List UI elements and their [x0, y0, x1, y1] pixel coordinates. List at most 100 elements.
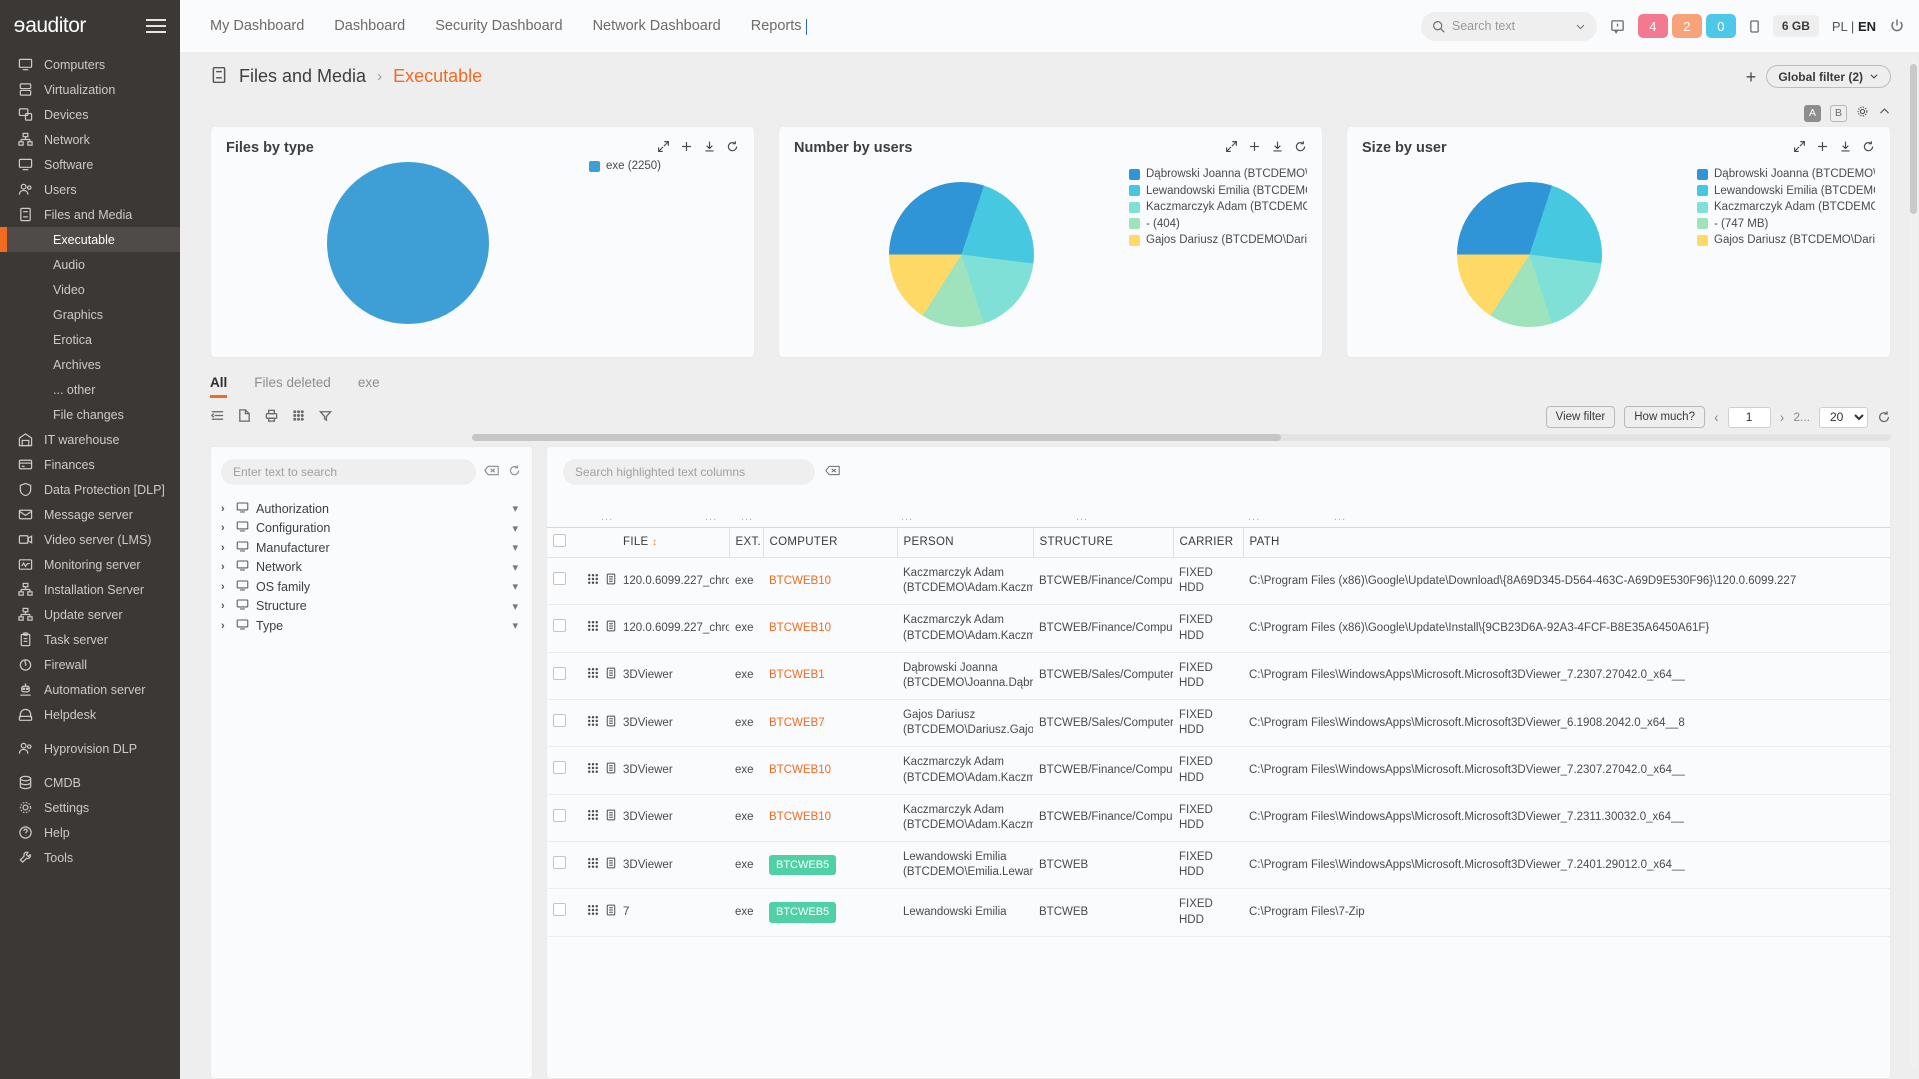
sidebar-item-help[interactable]: Help: [0, 820, 180, 845]
col-carrier[interactable]: CARRIER: [1173, 528, 1243, 558]
sidebar-item-software[interactable]: Software: [0, 152, 180, 177]
how-much-button[interactable]: How much?: [1624, 406, 1705, 428]
clear-icon[interactable]: [825, 464, 840, 480]
resize-handle[interactable]: ...: [1334, 511, 1346, 523]
refresh-icon[interactable]: [1862, 140, 1875, 156]
chevron-right-icon[interactable]: ›: [221, 542, 229, 554]
tab-all[interactable]: All: [210, 375, 227, 398]
refresh-icon[interactable]: [1294, 140, 1307, 156]
resize-handle[interactable]: ...: [601, 511, 705, 523]
columns-icon[interactable]: [210, 408, 225, 426]
cell-person[interactable]: Kaczmarczyk Adam (BTCDEMO\Adam.Kaczmarc: [897, 605, 1033, 652]
computer-badge[interactable]: BTCWEB5: [769, 902, 836, 923]
table-row[interactable]: 3DViewerexeBTCWEB10Kaczmarczyk Adam (BTC…: [547, 747, 1890, 794]
chevron-right-icon[interactable]: ›: [221, 503, 229, 515]
sidebar-subitem-audio[interactable]: Audio: [0, 252, 180, 277]
col-person[interactable]: PERSON: [897, 528, 1033, 558]
lang-pl[interactable]: PL: [1832, 19, 1847, 34]
tab-files-deleted[interactable]: Files deleted: [254, 375, 331, 398]
legend-item[interactable]: - (747 MB): [1697, 218, 1875, 230]
view-filter-button[interactable]: View filter: [1546, 406, 1616, 428]
sidebar-item-tools[interactable]: Tools: [0, 845, 180, 870]
grid-view-icon[interactable]: [587, 620, 599, 637]
prev-page-button[interactable]: ‹: [1714, 409, 1719, 425]
tree-search-input[interactable]: [221, 459, 476, 485]
row-checkbox[interactable]: [553, 714, 566, 727]
refresh-icon[interactable]: [1877, 410, 1891, 424]
resize-handle[interactable]: ...: [901, 511, 1076, 523]
sidebar-item-virtualization[interactable]: Virtualization: [0, 77, 180, 102]
tree-node-manufacturer[interactable]: ›Manufacturer▾: [221, 538, 522, 558]
details-icon[interactable]: [605, 762, 617, 779]
sidebar-item-files-and-media[interactable]: Files and Media: [0, 202, 180, 227]
col-structure[interactable]: STRUCTURE: [1033, 528, 1173, 558]
print-icon[interactable]: [264, 408, 279, 426]
add-icon[interactable]: [1816, 140, 1829, 156]
grid-view-icon[interactable]: [587, 809, 599, 826]
status-badge-0[interactable]: 4: [1638, 14, 1668, 38]
export-icon[interactable]: [237, 408, 252, 426]
computer-link[interactable]: BTCWEB1: [769, 669, 825, 681]
app-logo[interactable]: eauditor: [14, 14, 86, 38]
legend-item[interactable]: - (404): [1129, 218, 1307, 230]
cell-person[interactable]: Lewandowski Emilia: [897, 889, 1033, 936]
sidebar-subitem-erotica[interactable]: Erotica: [0, 327, 180, 352]
col-file[interactable]: FILE ↕: [617, 528, 729, 558]
download-icon[interactable]: [703, 140, 716, 156]
add-filter-button[interactable]: +: [1746, 68, 1757, 86]
details-icon[interactable]: [605, 904, 617, 921]
expand-icon[interactable]: [1793, 140, 1806, 156]
tab-exe[interactable]: exe: [358, 375, 380, 398]
computer-badge[interactable]: BTCWEB5: [769, 855, 836, 876]
table-search-input[interactable]: [563, 459, 815, 485]
resize-handle[interactable]: ...: [705, 511, 741, 523]
grid-view-icon[interactable]: [587, 904, 599, 921]
lang-en[interactable]: EN: [1858, 19, 1876, 34]
computer-link[interactable]: BTCWEB10: [769, 811, 831, 823]
global-search-input[interactable]: Search text: [1421, 12, 1597, 41]
resize-handle[interactable]: ...: [1248, 511, 1334, 523]
filter-icon[interactable]: [318, 408, 333, 426]
scrollbar-thumb[interactable]: [1910, 64, 1917, 214]
view-toggle-b[interactable]: B: [1830, 105, 1847, 122]
language-switch[interactable]: PL | EN: [1832, 19, 1876, 34]
grid-view-icon[interactable]: [587, 857, 599, 874]
computer-link[interactable]: BTCWEB10: [769, 622, 831, 634]
grid-view-icon[interactable]: [587, 573, 599, 590]
sort-icon[interactable]: ↕: [652, 537, 657, 548]
sidebar-subitem-executable[interactable]: Executable: [0, 227, 180, 252]
cell-person[interactable]: Dąbrowski Joanna (BTCDEMO\Joanna.Dąbrow: [897, 652, 1033, 699]
chevron-up-icon[interactable]: [1878, 105, 1891, 121]
row-checkbox[interactable]: [553, 856, 566, 869]
sidebar-item-devices[interactable]: Devices: [0, 102, 180, 127]
row-checkbox[interactable]: [553, 809, 566, 822]
vertical-scrollbar[interactable]: [1910, 58, 1917, 1068]
sidebar-item-task-server[interactable]: Task server: [0, 627, 180, 652]
details-icon[interactable]: [605, 667, 617, 684]
legend-item[interactable]: Kaczmarczyk Adam (BTCDEMO\A: [1129, 201, 1307, 213]
breadcrumb-root[interactable]: Files and Media: [239, 66, 366, 87]
cell-person[interactable]: Kaczmarczyk Adam (BTCDEMO\Adam.Kaczmarc: [897, 747, 1033, 794]
download-icon[interactable]: [1839, 140, 1852, 156]
details-icon[interactable]: [605, 573, 617, 590]
tree-node-network[interactable]: ›Network▾: [221, 558, 522, 578]
horizontal-scrollbar[interactable]: [472, 434, 1891, 441]
tree-node-os-family[interactable]: ›OS family▾: [221, 577, 522, 597]
scrollbar-thumb[interactable]: [472, 434, 1281, 441]
table-row[interactable]: 7exeBTCWEB5Lewandowski EmiliaBTCWEBFIXED…: [547, 889, 1890, 936]
table-row[interactable]: 3DViewerexeBTCWEB5Lewandowski Emilia (BT…: [547, 842, 1890, 889]
chevron-down-icon[interactable]: ▾: [512, 561, 518, 574]
grid-view-icon[interactable]: [291, 408, 306, 426]
legend-item[interactable]: Gajos Dariusz (BTCDEMO\Darius: [1129, 234, 1307, 246]
tree-node-configuration[interactable]: ›Configuration▾: [221, 519, 522, 539]
row-checkbox[interactable]: [553, 619, 566, 632]
power-icon[interactable]: [1889, 18, 1905, 34]
sidebar-subitem-graphics[interactable]: Graphics: [0, 302, 180, 327]
table-row[interactable]: 120.0.6099.227_chromexeBTCWEB10Kaczmarcz…: [547, 605, 1890, 652]
details-icon[interactable]: [605, 809, 617, 826]
sidebar-item-hyprovision-dlp[interactable]: Hyprovision DLP: [0, 736, 180, 761]
select-all-checkbox[interactable]: [553, 534, 566, 547]
col-ext[interactable]: EXT.: [729, 528, 763, 558]
resize-handle[interactable]: ...: [1076, 511, 1248, 523]
sidebar-item-installation-server[interactable]: Installation Server: [0, 577, 180, 602]
